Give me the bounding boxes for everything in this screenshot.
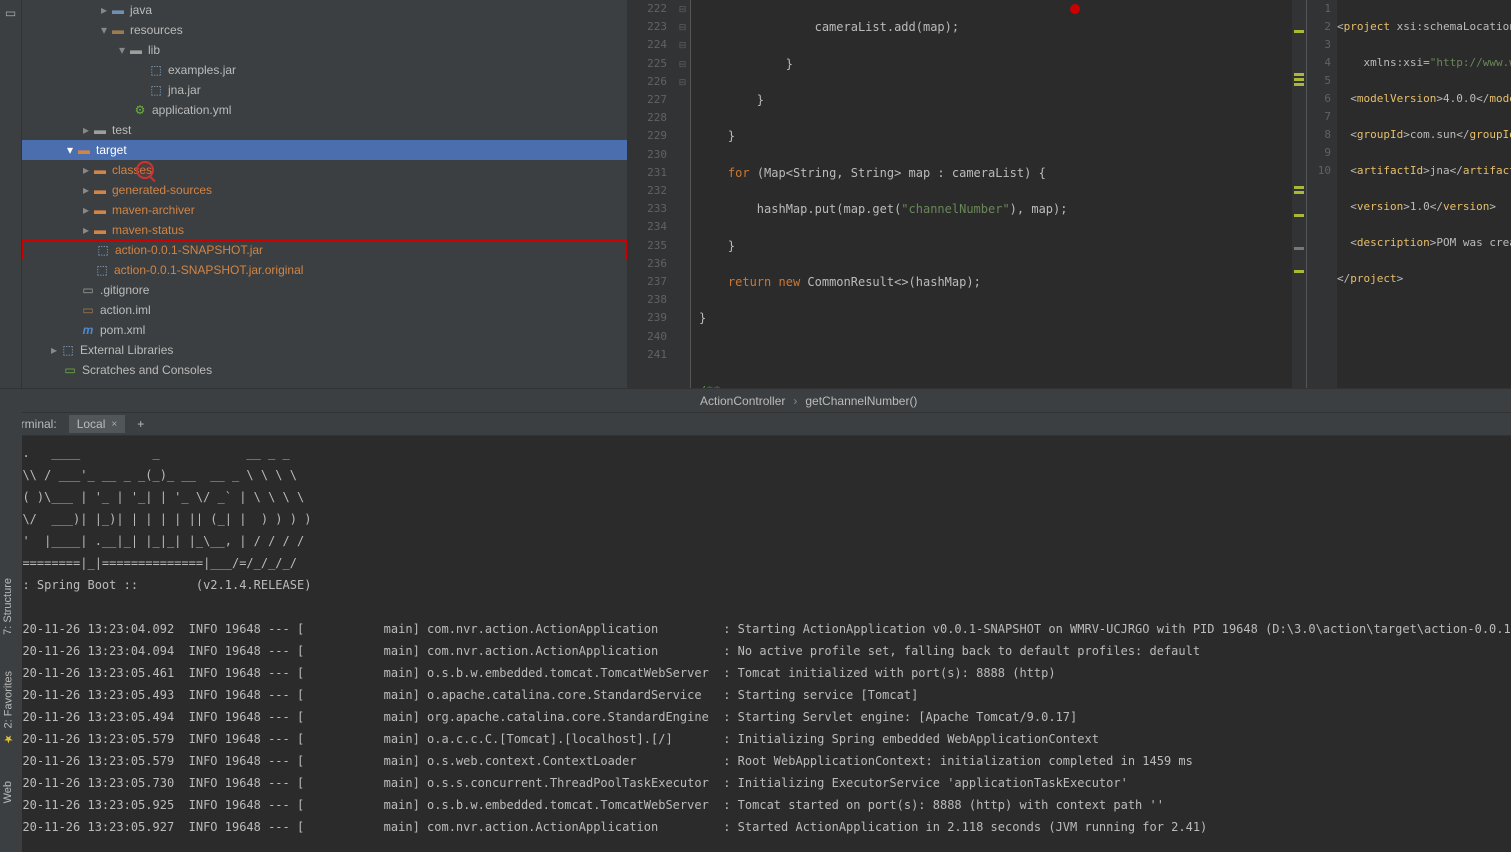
tree-item-pom-xml[interactable]: m pom.xml (22, 320, 627, 340)
folder-icon: ▬ (92, 183, 108, 197)
side-tab-structure[interactable]: 7: Structure (0, 570, 16, 643)
tree-label: examples.jar (168, 63, 236, 77)
tree-item-snapshot-jar[interactable]: ⬚ action-0.0.1-SNAPSHOT.jar (22, 240, 627, 260)
terminal-tab-bar: Terminal: Local × + (0, 412, 1511, 436)
tree-item-jna-jar[interactable]: ⬚ jna.jar (22, 80, 627, 100)
tree-item-external-libs[interactable]: ▸⬚External Libraries (22, 340, 627, 360)
fold-gutter[interactable]: ⊟⊟⊟⊟⊟ (675, 0, 691, 388)
breadcrumb-class[interactable]: ActionController (700, 394, 785, 408)
tree-item-application-yml[interactable]: ⚙ application.yml (22, 100, 627, 120)
tree-item-lib[interactable]: ▾▬lib (22, 40, 627, 60)
folder-icon: ▬ (92, 223, 108, 237)
tree-item-maven-status[interactable]: ▸▬maven-status (22, 220, 627, 240)
yml-icon: ⚙ (132, 103, 148, 117)
tree-item-scratches[interactable]: ▭ Scratches and Consoles (22, 360, 627, 380)
file-icon: ▭ (80, 283, 96, 297)
add-terminal-button[interactable]: + (129, 415, 152, 433)
editor[interactable]: 2222232242252262272282292302312322332342… (627, 0, 1306, 388)
side-tab-favorites[interactable]: ★2: Favorites (0, 663, 17, 753)
tree-item-action-iml[interactable]: ▭ action.iml (22, 300, 627, 320)
excluded-folder-icon: ▬ (76, 143, 92, 157)
breadcrumb[interactable]: ActionController › getChannelNumber() (0, 388, 1511, 412)
chevron-right-icon: › (793, 394, 797, 408)
resources-folder-icon: ▬ (110, 23, 126, 37)
folder-icon: ▬ (128, 43, 144, 57)
iml-icon: ▭ (80, 303, 96, 317)
tree-label: .gitignore (100, 283, 149, 297)
tree-label: application.yml (152, 103, 231, 117)
terminal-tab-local[interactable]: Local × (69, 415, 126, 433)
side-tab-web[interactable]: Web (0, 773, 16, 811)
breadcrumb-method[interactable]: getChannelNumber() (805, 394, 917, 408)
jar-icon: ⬚ (148, 83, 164, 97)
close-icon[interactable]: × (111, 419, 117, 430)
tree-label: maven-status (112, 223, 184, 237)
project-tree[interactable]: ▸▬java ▾▬resources ▾▬lib ⬚examples.jar ⬚… (22, 0, 627, 388)
tree-label: target (96, 143, 127, 157)
tree-label: java (130, 3, 152, 17)
tree-label: action.iml (100, 303, 151, 317)
file-icon: ⬚ (94, 263, 110, 277)
jar-icon: ⬚ (148, 63, 164, 77)
tree-label: generated-sources (112, 183, 212, 197)
maven-icon: m (80, 323, 96, 337)
folder-icon: ▬ (92, 203, 108, 217)
left-side-tabs: 7: Structure ★2: Favorites Web (0, 400, 22, 852)
tree-label: maven-archiver (112, 203, 195, 217)
line-number-gutter: 2222232242252262272282292302312322332342… (627, 0, 675, 388)
error-stripe[interactable] (1292, 0, 1306, 388)
tree-label: Scratches and Consoles (82, 363, 212, 377)
tree-label: action-0.0.1-SNAPSHOT.jar (115, 243, 263, 257)
terminal-output[interactable]: . ____ _ __ _ _ /\\ / ___'_ __ _ _(_)_ _… (0, 436, 1511, 852)
error-indicator-icon[interactable] (1070, 4, 1080, 14)
tree-item-target[interactable]: ▾▬target (22, 140, 627, 160)
folder-icon: ▬ (92, 123, 108, 137)
tree-label: action-0.0.1-SNAPSHOT.jar.original (114, 263, 303, 277)
tree-item-snapshot-orig[interactable]: ⬚ action-0.0.1-SNAPSHOT.jar.original (22, 260, 627, 280)
jar-icon: ⬚ (95, 243, 111, 257)
tree-item-test[interactable]: ▸▬test (22, 120, 627, 140)
tree-label: pom.xml (100, 323, 145, 337)
tree-label: resources (130, 23, 183, 37)
library-icon: ⬚ (60, 343, 76, 357)
scratches-icon: ▭ (62, 363, 78, 377)
tree-label: test (112, 123, 131, 137)
tree-label: jna.jar (168, 83, 201, 97)
tab-label: Local (77, 417, 106, 431)
tree-item-gitignore[interactable]: ▭ .gitignore (22, 280, 627, 300)
folder-icon: ▬ (92, 163, 108, 177)
xml-preview-editor[interactable]: 12345678910 <project xsi:schemaLocation=… (1306, 0, 1511, 388)
xml-line-gutter: 12345678910 (1307, 0, 1337, 388)
xml-code[interactable]: <project xsi:schemaLocation= xmlns:xsi="… (1337, 0, 1511, 388)
tree-item-resources[interactable]: ▾▬resources (22, 20, 627, 40)
tree-item-maven-archiver[interactable]: ▸▬maven-archiver (22, 200, 627, 220)
magnify-overlay-icon (136, 161, 154, 179)
folder-icon: ▬ (110, 3, 126, 17)
tree-label: External Libraries (80, 343, 173, 357)
tree-item-examples-jar[interactable]: ⬚ examples.jar (22, 60, 627, 80)
tree-item-generated-sources[interactable]: ▸▬generated-sources (22, 180, 627, 200)
project-tool-icon[interactable]: ▭ (5, 6, 16, 20)
code-content[interactable]: cameraList.add(map); } } } for (Map<Stri… (691, 0, 1292, 388)
tree-item-java[interactable]: ▸▬java (22, 0, 627, 20)
tree-label: lib (148, 43, 160, 57)
left-tool-gutter: ▭ (0, 0, 22, 388)
tree-item-classes[interactable]: ▸▬classes (22, 160, 627, 180)
